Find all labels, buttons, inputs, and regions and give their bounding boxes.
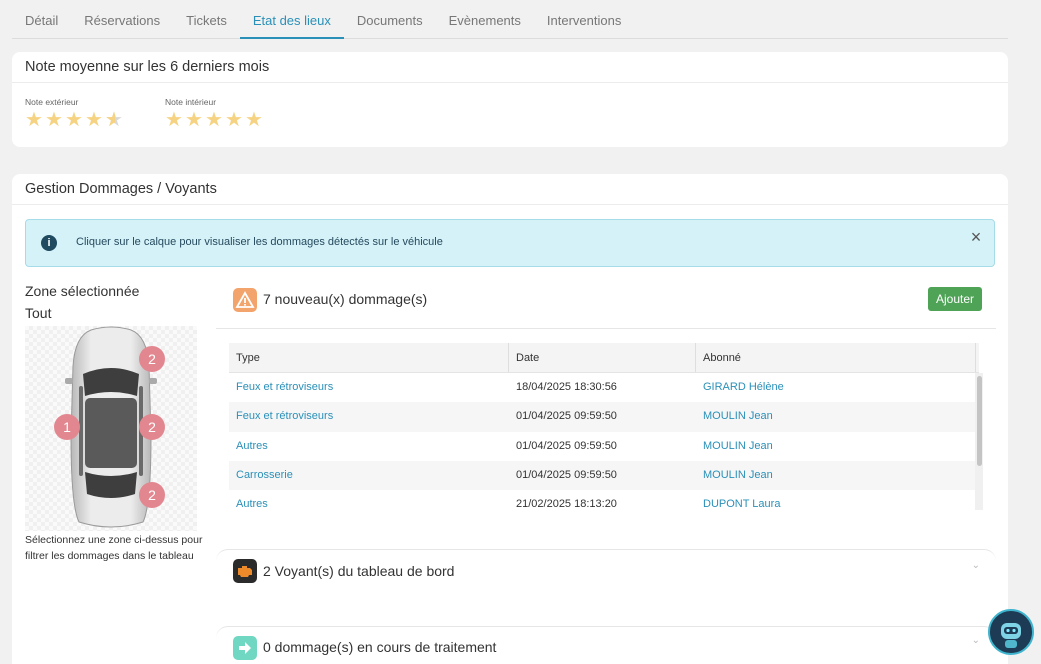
damage-type-link[interactable]: Feux et rétroviseurs [229, 373, 509, 402]
star-icon: ★ [65, 109, 83, 131]
info-alert: i Cliquer sur le calque pour visualiser … [25, 219, 995, 267]
exterior-stars: ★ ★ ★ ★ ★ ★ [25, 109, 125, 131]
processing-damages-title: 0 dommage(s) en cours de traitement [263, 639, 497, 655]
column-header-date[interactable]: Date [509, 343, 696, 372]
exterior-rating: Note extérieur ★ ★ ★ ★ ★ ★ [25, 97, 125, 131]
damage-type-link[interactable]: Autres [229, 432, 509, 461]
damage-type-link[interactable]: Feux et rétroviseurs [229, 402, 509, 431]
damage-date: 01/04/2025 09:59:50 [516, 468, 617, 481]
dashboard-lights-section[interactable]: 2 Voyant(s) du tableau de bord ⌄ [216, 549, 996, 601]
exterior-rating-label: Note extérieur [25, 97, 79, 107]
damage-date: 01/04/2025 09:59:50 [516, 439, 617, 452]
scrollbar-thumb[interactable] [977, 376, 982, 466]
engine-warning-icon [233, 559, 257, 583]
tab-etat-des-lieux[interactable]: Etat des lieux [239, 0, 344, 39]
tab-evenements[interactable]: Evènements [436, 0, 534, 39]
zone-badge-front-right[interactable]: 2 [139, 346, 165, 372]
tab-bar: Détail Réservations Tickets Etat des lie… [12, 0, 1008, 39]
close-icon[interactable]: × [966, 227, 986, 247]
half-star-icon: ★ ★ [105, 109, 123, 131]
star-icon: ★ [45, 109, 63, 131]
chevron-down-icon[interactable]: ⌄ [972, 635, 980, 646]
subscriber-link[interactable]: MOULIN Jean [696, 402, 976, 431]
column-header-subscriber[interactable]: Abonné [696, 343, 976, 372]
table-scrollbar[interactable] [975, 373, 983, 510]
subscriber-link[interactable]: GIRARD Hélène [696, 373, 976, 402]
info-icon: i [41, 235, 57, 251]
tab-documents[interactable]: Documents [344, 0, 436, 39]
table-row[interactable]: Feux et rétroviseurs 18/04/2025 18:30:56… [229, 373, 979, 402]
zone-selected-label: Zone sélectionnée [25, 283, 140, 299]
table-header: Type Date Abonné [229, 343, 979, 373]
processing-damages-section[interactable]: 0 dommage(s) en cours de traitement ⌄ [216, 626, 996, 664]
subscriber-link[interactable]: DUPONT Laura [696, 490, 976, 519]
tab-reservations[interactable]: Réservations [71, 0, 173, 39]
dashboard-lights-title: 2 Voyant(s) du tableau de bord [263, 563, 455, 579]
column-header-type[interactable]: Type [229, 343, 509, 372]
zone-badge-left[interactable]: 1 [54, 414, 80, 440]
subscriber-link[interactable]: MOULIN Jean [696, 432, 976, 461]
damage-type-link[interactable]: Autres [229, 490, 509, 519]
average-rating-title: Note moyenne sur les 6 derniers mois [12, 52, 1008, 83]
damages-table: Type Date Abonné Feux et rétroviseurs 18… [229, 343, 979, 519]
zone-badge-right[interactable]: 2 [139, 414, 165, 440]
star-icon: ★ [205, 109, 223, 131]
table-row[interactable]: Autres 21/02/2025 18:13:20 DUPONT Laura [229, 490, 979, 519]
average-rating-card: Note moyenne sur les 6 derniers mois Not… [12, 52, 1008, 147]
star-icon: ★ [225, 109, 243, 131]
tab-tickets[interactable]: Tickets [173, 0, 240, 39]
damage-type-link[interactable]: Carrosserie [229, 461, 509, 490]
subscriber-link[interactable]: MOULIN Jean [696, 461, 976, 490]
info-alert-text: Cliquer sur le calque pour visualiser le… [76, 236, 443, 248]
zone-selector: Zone sélectionnée Tout 2 1 2 2 Sélection… [25, 280, 202, 562]
star-icon: ★ [165, 109, 183, 131]
car-top-view-icon [65, 326, 157, 528]
tab-detail[interactable]: Détail [12, 0, 71, 39]
star-icon: ★ [85, 109, 103, 131]
robot-assistant-icon[interactable] [988, 609, 1034, 655]
damage-date: 21/02/2025 18:13:20 [516, 498, 617, 511]
table-row[interactable]: Feux et rétroviseurs 01/04/2025 09:59:50… [229, 402, 979, 432]
table-row[interactable]: Autres 01/04/2025 09:59:50 MOULIN Jean [229, 432, 979, 461]
star-icon: ★ [185, 109, 203, 131]
zone-badge-rear-right[interactable]: 2 [139, 482, 165, 508]
interior-rating: Note intérieur ★ ★ ★ ★ ★ [165, 97, 265, 131]
zone-selected-value: Tout [25, 305, 52, 321]
zone-help-text: Sélectionnez une zone ci-dessus pour fil… [25, 534, 203, 562]
interior-rating-label: Note intérieur [165, 97, 217, 107]
tab-interventions[interactable]: Interventions [534, 0, 634, 39]
arrow-right-icon [233, 636, 257, 660]
damages-table-wrapper: Type Date Abonné Feux et rétroviseurs 18… [216, 287, 996, 517]
table-row[interactable]: Carrosserie 01/04/2025 09:59:50 MOULIN J… [229, 460, 979, 491]
star-icon: ★ [25, 109, 43, 131]
damage-date: 18/04/2025 18:30:56 [516, 381, 617, 393]
chevron-down-icon[interactable]: ⌄ [972, 560, 980, 571]
interior-stars: ★ ★ ★ ★ ★ [165, 109, 265, 131]
damage-management-title: Gestion Dommages / Voyants [12, 174, 1008, 205]
star-icon: ★ [245, 109, 263, 131]
car-diagram[interactable]: 2 1 2 2 [25, 326, 197, 531]
damage-date: 01/04/2025 09:59:50 [516, 410, 617, 423]
damage-management-card: Gestion Dommages / Voyants i Cliquer sur… [12, 174, 1008, 664]
